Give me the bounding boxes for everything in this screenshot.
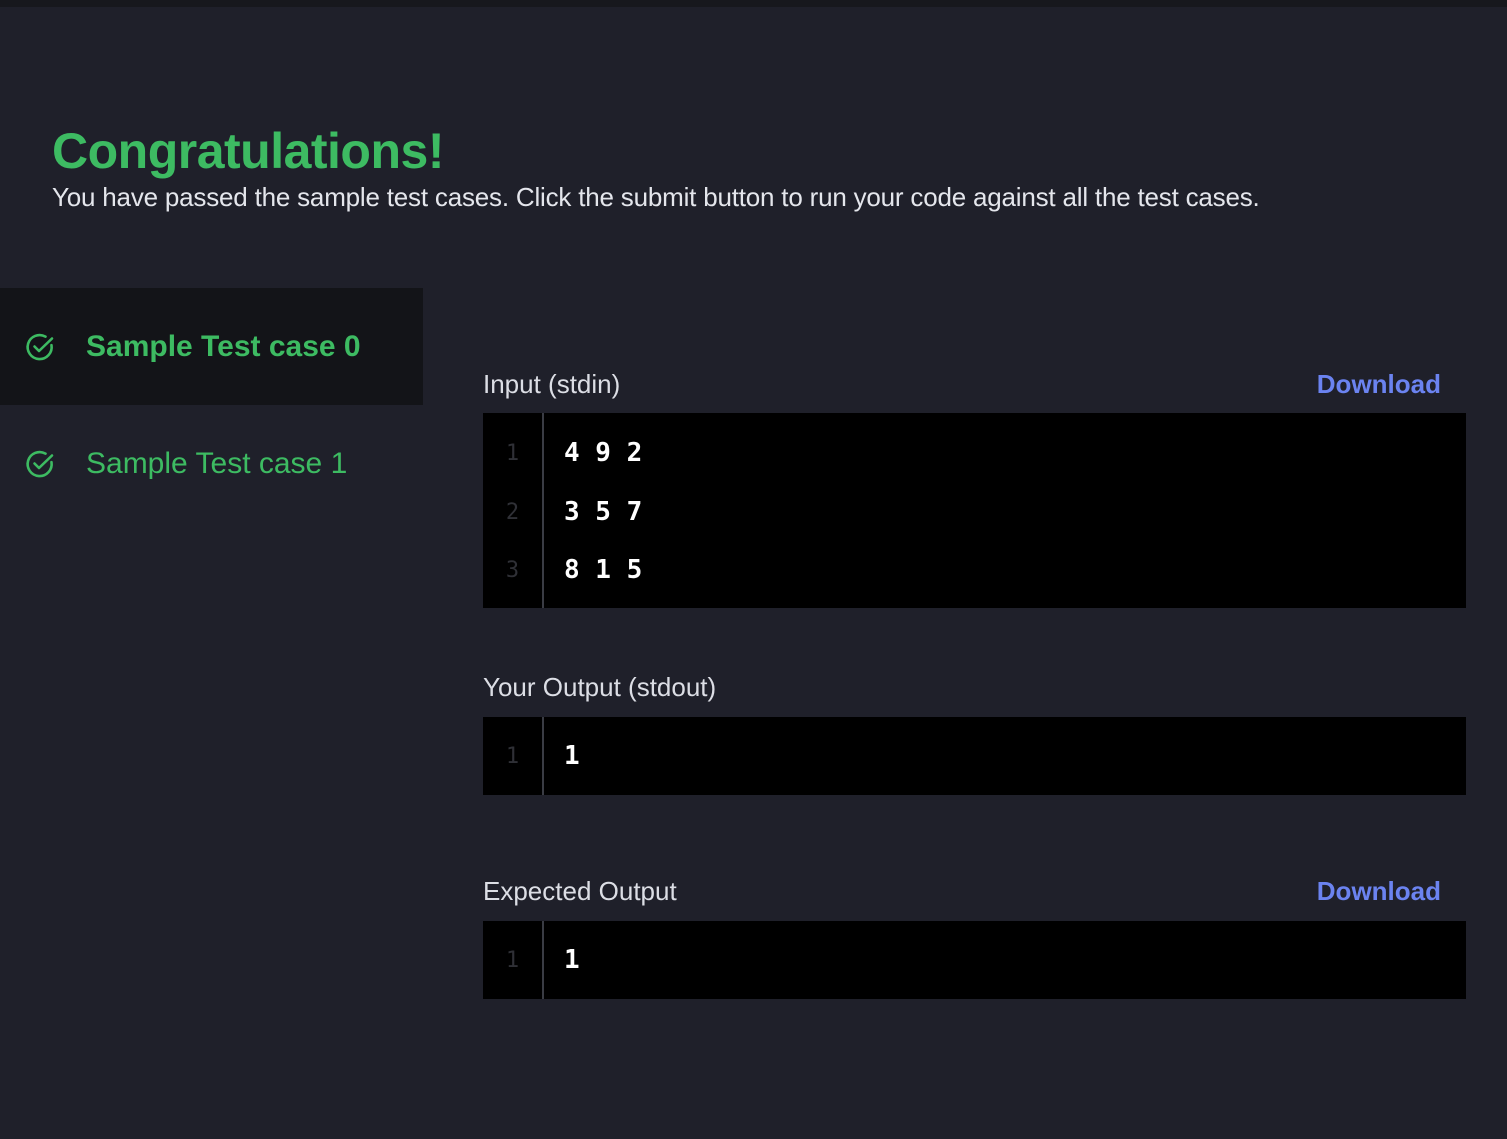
line-number: 1 bbox=[505, 947, 520, 973]
expected-output-label: Expected Output bbox=[483, 876, 677, 906]
result-title: Congratulations! bbox=[52, 123, 444, 179]
test-case-list: Sample Test case 0 Sample Test case 1 bbox=[0, 288, 423, 522]
line-number: 2 bbox=[505, 499, 520, 525]
top-bar bbox=[0, 0, 1507, 7]
code-line: 1 1 bbox=[483, 727, 1466, 785]
line-number: 3 bbox=[505, 557, 520, 583]
test-case-tab-1[interactable]: Sample Test case 1 bbox=[0, 405, 423, 522]
your-output-code-box: 1 1 bbox=[483, 717, 1466, 795]
line-text: 3 5 7 bbox=[564, 497, 643, 527]
line-text: 4 9 2 bbox=[564, 438, 643, 468]
test-case-label: Sample Test case 1 bbox=[86, 446, 348, 480]
line-text: 8 1 5 bbox=[564, 555, 643, 585]
expected-output-code-box: 1 1 bbox=[483, 921, 1466, 999]
line-text: 1 bbox=[564, 945, 580, 975]
your-output-label: Your Output (stdout) bbox=[483, 672, 717, 702]
code-line: 2 3 5 7 bbox=[483, 483, 1466, 541]
line-text: 1 bbox=[564, 741, 580, 771]
line-number: 1 bbox=[505, 743, 520, 769]
code-line: 1 4 9 2 bbox=[483, 424, 1466, 482]
check-circle-icon bbox=[24, 331, 56, 363]
code-line: 1 1 bbox=[483, 931, 1466, 989]
check-circle-icon bbox=[24, 448, 56, 480]
line-number: 1 bbox=[505, 440, 520, 466]
input-code-box: 1 4 9 2 2 3 5 7 3 8 1 5 bbox=[483, 413, 1466, 608]
test-case-label: Sample Test case 0 bbox=[86, 329, 361, 363]
code-line: 3 8 1 5 bbox=[483, 541, 1466, 599]
test-case-tab-0[interactable]: Sample Test case 0 bbox=[0, 288, 423, 405]
result-message: You have passed the sample test cases. C… bbox=[52, 182, 1260, 212]
expected-output-download-link[interactable]: Download bbox=[1317, 875, 1441, 907]
input-download-link[interactable]: Download bbox=[1317, 368, 1441, 400]
input-label: Input (stdin) bbox=[483, 369, 621, 399]
